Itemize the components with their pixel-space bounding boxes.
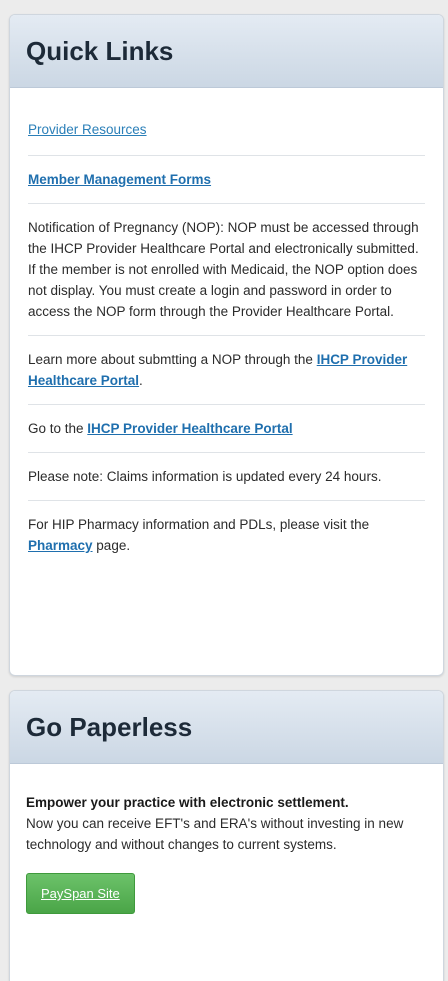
learn-more-text: Learn more about submtting a NOP through… <box>28 352 317 367</box>
nop-description: Notification of Pregnancy (NOP): NOP mus… <box>28 204 425 336</box>
member-management-forms-link[interactable]: Member Management Forms <box>28 172 211 187</box>
quick-links-panel: Quick Links Provider Resources Member Ma… <box>9 14 444 676</box>
list-item: Go to the IHCP Provider Healthcare Porta… <box>28 405 425 453</box>
paperless-headline: Empower your practice with electronic se… <box>26 795 349 810</box>
go-paperless-panel: Go Paperless Empower your practice with … <box>9 690 444 981</box>
quick-links-title: Quick Links <box>26 35 174 66</box>
go-paperless-title: Go Paperless <box>26 711 193 742</box>
pharmacy-suffix: page. <box>92 538 131 553</box>
learn-more-suffix: . <box>139 373 143 388</box>
pharmacy-link[interactable]: Pharmacy <box>28 538 93 553</box>
go-paperless-header: Go Paperless <box>10 691 443 764</box>
quick-links-header: Quick Links <box>10 15 443 88</box>
list-item: For HIP Pharmacy information and PDLs, p… <box>28 501 425 569</box>
go-paperless-body: Empower your practice with electronic se… <box>10 764 443 914</box>
goto-text: Go to the <box>28 421 88 436</box>
list-item: Member Management Forms <box>28 156 425 204</box>
ihcp-portal-link-goto[interactable]: IHCP Provider Healthcare Portal <box>87 421 292 436</box>
claims-note: Please note: Claims information is updat… <box>28 453 425 501</box>
pharmacy-text: For HIP Pharmacy information and PDLs, p… <box>28 517 370 532</box>
payspan-site-button[interactable]: PaySpan Site <box>26 873 135 914</box>
list-item: Learn more about submtting a NOP through… <box>28 336 425 405</box>
list-item: Provider Resources <box>28 88 425 156</box>
provider-resources-link[interactable]: Provider Resources <box>28 122 147 137</box>
quick-links-body: Provider Resources Member Management For… <box>10 88 443 569</box>
paperless-description: Now you can receive EFT's and ERA's with… <box>26 816 404 852</box>
